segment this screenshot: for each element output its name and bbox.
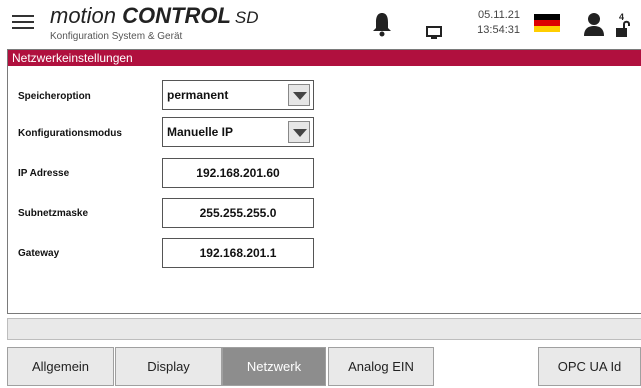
tab-opc-ua-id[interactable]: OPC UA Id	[538, 347, 641, 386]
app-header: motion CONTROL SD Konfiguration System & …	[0, 0, 641, 44]
datetime-display: 05.11.21 13:54:31	[468, 8, 520, 38]
config-mode-dropdown[interactable]: Manuelle IP	[162, 117, 314, 147]
chevron-down-icon[interactable]	[288, 121, 310, 143]
status-bar	[7, 318, 641, 340]
tab-allgemein[interactable]: Allgemein	[7, 347, 114, 386]
storage-option-label: Speicheroption	[18, 91, 91, 102]
user-icon[interactable]	[583, 12, 605, 36]
config-mode-value: Manuelle IP	[167, 125, 234, 139]
time-text: 13:54:31	[477, 24, 520, 36]
monitor-icon[interactable]	[426, 26, 442, 40]
brand: motion CONTROL SD Konfiguration System & …	[50, 5, 259, 43]
brand-control: CONTROL	[122, 3, 231, 28]
panel-title: Netzwerkeinstellungen	[8, 50, 641, 66]
unlock-icon[interactable]	[614, 20, 632, 38]
ip-address-field[interactable]: 192.168.201.60	[162, 158, 314, 188]
storage-option-value: permanent	[167, 88, 229, 102]
tab-analog-ein[interactable]: Analog EIN	[328, 347, 434, 386]
gateway-field[interactable]: 192.168.201.1	[162, 238, 314, 268]
brand-motion: motion	[50, 3, 123, 28]
bell-icon[interactable]	[372, 11, 392, 37]
brand-sd: SD	[234, 8, 259, 27]
network-settings-panel: Netzwerkeinstellungen Speicheroption per…	[7, 49, 641, 314]
date-text: 05.11.21	[477, 9, 520, 21]
config-mode-label: Konfigurationsmodus	[18, 128, 122, 139]
tab-netzwerk[interactable]: Netzwerk	[222, 347, 326, 386]
german-flag-icon[interactable]	[534, 14, 560, 32]
subnet-mask-label: Subnetzmaske	[18, 208, 89, 219]
ip-address-label: IP Adresse	[18, 168, 70, 179]
gateway-label: Gateway	[18, 248, 60, 259]
subnet-mask-field[interactable]: 255.255.255.0	[162, 198, 314, 228]
app-subtitle: Konfiguration System & Gerät	[50, 31, 183, 42]
tab-display[interactable]: Display	[115, 347, 222, 386]
menu-icon[interactable]	[10, 11, 36, 33]
chevron-down-icon[interactable]	[288, 84, 310, 106]
storage-option-dropdown[interactable]: permanent	[162, 80, 314, 110]
app-title: motion CONTROL SD	[50, 5, 259, 29]
